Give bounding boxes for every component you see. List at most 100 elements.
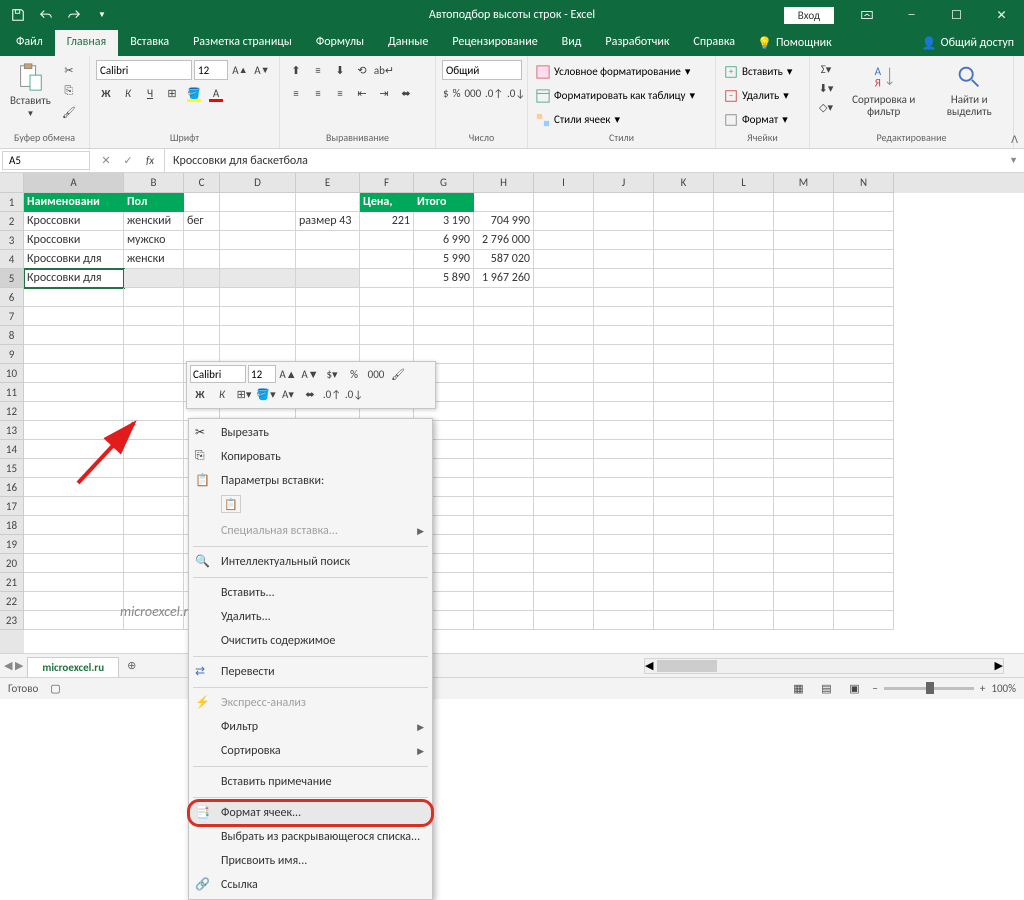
cell[interactable] [654, 364, 714, 383]
cell[interactable] [594, 554, 654, 573]
cell[interactable] [184, 250, 220, 269]
cell[interactable] [594, 402, 654, 421]
cell[interactable] [774, 611, 834, 630]
number-format-select[interactable] [442, 60, 522, 80]
cell[interactable] [360, 269, 414, 288]
cell[interactable] [774, 231, 834, 250]
cell[interactable] [124, 516, 184, 535]
cell[interactable] [714, 478, 774, 497]
cell[interactable] [834, 364, 894, 383]
cell[interactable]: Кроссовки для [24, 269, 124, 288]
cell[interactable] [714, 592, 774, 611]
cell[interactable] [714, 345, 774, 364]
cell[interactable] [774, 269, 834, 288]
cell[interactable] [714, 440, 774, 459]
cell[interactable] [774, 516, 834, 535]
cell[interactable] [474, 478, 534, 497]
cell[interactable] [414, 326, 474, 345]
cell[interactable] [184, 269, 220, 288]
cell[interactable] [774, 478, 834, 497]
tab-help[interactable]: Справка [681, 30, 747, 56]
tab-view[interactable]: Вид [550, 30, 594, 56]
cell[interactable] [594, 459, 654, 478]
cell[interactable] [474, 440, 534, 459]
col-header[interactable]: H [474, 173, 534, 193]
align-bottom-icon[interactable]: ⬇ [330, 60, 350, 80]
cell[interactable] [594, 573, 654, 592]
mini-size-select[interactable] [248, 365, 276, 383]
cell[interactable] [714, 269, 774, 288]
cell[interactable] [220, 326, 296, 345]
cell[interactable] [534, 193, 594, 212]
cell[interactable]: размер 43 [296, 212, 360, 231]
decrease-font-icon[interactable]: A▼ [252, 60, 272, 80]
cell[interactable] [834, 250, 894, 269]
cell[interactable] [474, 326, 534, 345]
cell[interactable] [534, 402, 594, 421]
cell[interactable] [534, 231, 594, 250]
tab-layout[interactable]: Разметка страницы [181, 30, 304, 56]
align-top-icon[interactable]: ⬆ [286, 60, 306, 80]
cell[interactable] [474, 402, 534, 421]
cell[interactable] [834, 212, 894, 231]
cell[interactable] [24, 326, 124, 345]
fill-icon[interactable]: ⬇▾ [816, 79, 836, 97]
insert-cells-button[interactable]: +Вставить ▾ [722, 64, 803, 80]
cell[interactable] [714, 516, 774, 535]
cell[interactable] [834, 345, 894, 364]
ctx-copy[interactable]: ⎘Копировать [189, 445, 432, 469]
underline-button[interactable]: Ч [140, 83, 160, 103]
cell[interactable]: 5 890 [414, 269, 474, 288]
cell[interactable] [124, 288, 184, 307]
cell[interactable] [714, 231, 774, 250]
cell[interactable] [534, 611, 594, 630]
sort-filter-button[interactable]: АЯ Сортировка и фильтр [840, 60, 927, 120]
qat-dropdown-icon[interactable]: ▼ [88, 1, 116, 29]
row-header[interactable]: 8 [0, 326, 24, 345]
zoom-slider[interactable] [884, 687, 974, 690]
cell[interactable] [654, 307, 714, 326]
tab-formulas[interactable]: Формулы [304, 30, 376, 56]
cell[interactable] [24, 440, 124, 459]
cell[interactable] [124, 307, 184, 326]
cell[interactable] [184, 288, 220, 307]
cell[interactable] [124, 459, 184, 478]
cell[interactable]: 1 967 260 [474, 269, 534, 288]
cell[interactable] [774, 212, 834, 231]
copy-icon[interactable]: ⎘ [59, 81, 79, 101]
name-box[interactable] [2, 151, 90, 170]
ctx-paste-special[interactable]: Специальная вставка...▶ [189, 519, 432, 543]
cell[interactable] [714, 611, 774, 630]
cell[interactable]: Наименовани [24, 193, 124, 212]
delete-cells-button[interactable]: −Удалить ▾ [722, 88, 803, 104]
cell[interactable] [834, 231, 894, 250]
ctx-sort[interactable]: Сортировка▶ [189, 739, 432, 763]
maximize-icon[interactable]: ☐ [934, 0, 979, 30]
cell[interactable] [654, 212, 714, 231]
cell[interactable] [534, 345, 594, 364]
col-header[interactable]: N [834, 173, 894, 193]
cell[interactable] [774, 345, 834, 364]
mini-border-button[interactable]: ⊞▾ [234, 385, 254, 403]
minimize-icon[interactable]: ─ [889, 0, 934, 30]
cell[interactable] [774, 402, 834, 421]
sheet-tab[interactable]: microexcel.ru [27, 657, 119, 677]
mini-dec-decimal-icon[interactable]: .0↓ [344, 385, 364, 403]
zoom-in-icon[interactable]: + [980, 682, 985, 695]
cell[interactable] [834, 592, 894, 611]
increase-indent-icon[interactable]: ⇥ [374, 83, 394, 103]
cell[interactable] [834, 535, 894, 554]
cell[interactable] [834, 497, 894, 516]
cell[interactable]: Цена, [360, 193, 414, 212]
cell[interactable]: 221 [360, 212, 414, 231]
row-header[interactable]: 12 [0, 402, 24, 421]
tab-home[interactable]: Главная [55, 30, 118, 56]
cell[interactable] [220, 231, 296, 250]
fx-icon[interactable]: fx [140, 151, 160, 171]
format-as-table-button[interactable]: Форматировать как таблицу ▾ [534, 88, 709, 104]
select-all-corner[interactable] [0, 173, 24, 193]
cell[interactable] [296, 326, 360, 345]
cell[interactable] [124, 573, 184, 592]
cell[interactable] [594, 592, 654, 611]
col-header[interactable]: J [594, 173, 654, 193]
